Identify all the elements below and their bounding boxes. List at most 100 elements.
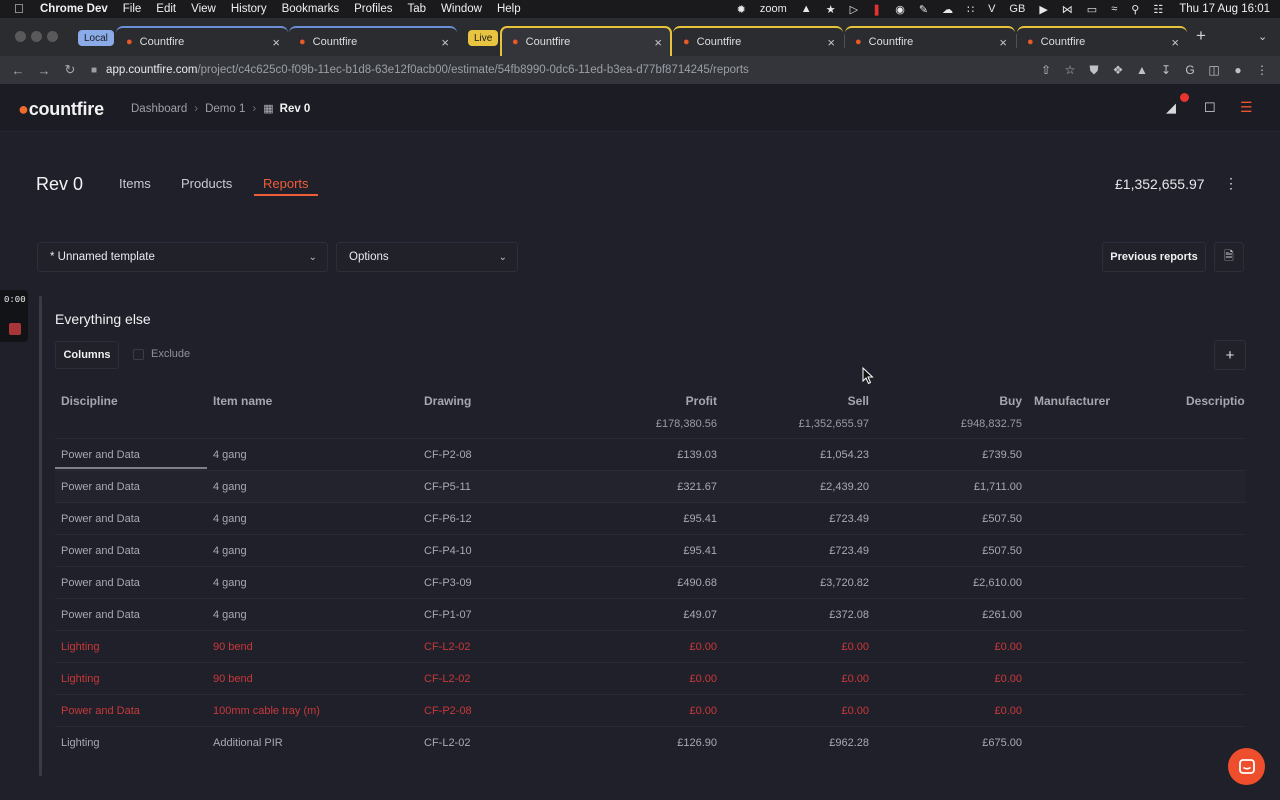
minimize-window-icon[interactable] bbox=[31, 31, 42, 42]
header-item-name[interactable]: Item name bbox=[213, 394, 272, 408]
profile-icon[interactable]: ● bbox=[1228, 63, 1248, 77]
tab-group-local[interactable]: Local bbox=[78, 30, 114, 46]
bookmark-star-icon[interactable]: ☆ bbox=[1060, 63, 1080, 77]
new-tab-icon[interactable]: + bbox=[1196, 26, 1206, 46]
search-icon[interactable]: ⚲ bbox=[1131, 3, 1139, 16]
close-tab-icon[interactable]: × bbox=[441, 35, 449, 50]
shield-extension-icon[interactable]: ⛊ bbox=[1084, 63, 1104, 78]
header-manufacturer[interactable]: Manufacturer bbox=[1034, 394, 1110, 408]
cloud-icon[interactable]: ☁ bbox=[942, 3, 953, 16]
close-tab-icon[interactable]: × bbox=[827, 35, 835, 50]
share-icon[interactable]: ⇧ bbox=[1036, 63, 1056, 77]
columns-button[interactable]: Columns bbox=[55, 341, 119, 369]
close-tab-icon[interactable]: × bbox=[999, 35, 1007, 50]
menu-history[interactable]: History bbox=[231, 3, 267, 15]
table-row[interactable]: Power and Data 4 gang CF-P1-07 £49.07 £372.0… bbox=[55, 598, 1245, 630]
browser-tab[interactable]: ● Countfire × bbox=[1017, 26, 1187, 56]
table-row[interactable]: Power and Data 4 gang CF-P4-10 £95.41 £723.4… bbox=[55, 534, 1245, 566]
menu-window[interactable]: Window bbox=[441, 3, 482, 15]
close-tab-icon[interactable]: × bbox=[654, 35, 662, 50]
countfire-logo[interactable]: ●countfire bbox=[18, 99, 104, 120]
feedback-icon[interactable]: ☐ bbox=[1204, 100, 1216, 116]
keyboard-layout[interactable]: GB bbox=[1009, 3, 1025, 15]
header-buy[interactable]: Buy bbox=[900, 394, 1022, 408]
puzzle-extension-icon[interactable]: ❖ bbox=[1108, 63, 1128, 77]
browser-menu-icon[interactable]: ⋮ bbox=[1252, 63, 1272, 77]
control-center-icon[interactable]: ☷ bbox=[1153, 3, 1163, 16]
more-options-icon[interactable]: ⋮ bbox=[1224, 175, 1238, 192]
menu-help[interactable]: Help bbox=[497, 3, 521, 15]
chevron-down-icon[interactable]: ⌄ bbox=[1258, 30, 1267, 43]
one-password-icon[interactable]: ◉ bbox=[895, 3, 905, 16]
close-window-icon[interactable] bbox=[15, 31, 26, 42]
label-icon[interactable]: ▲ bbox=[801, 3, 812, 15]
wifi-icon[interactable]: ≈ bbox=[1111, 3, 1117, 15]
reload-icon[interactable]: ↻ bbox=[62, 62, 78, 78]
table-row[interactable]: Power and Data 4 gang CF-P3-09 £490.68 £3,72… bbox=[55, 566, 1245, 598]
apple-icon[interactable]:  bbox=[14, 2, 28, 16]
export-document-button[interactable]: 🗎 bbox=[1214, 242, 1244, 272]
browser-tab[interactable]: ● Countfire × bbox=[289, 26, 457, 56]
tab-items[interactable]: Items bbox=[119, 176, 151, 191]
table-row[interactable]: Power and Data 4 gang CF-P2-08 £139.03 £1,05… bbox=[55, 438, 1245, 470]
template-select[interactable]: * Unnamed template ⌄ bbox=[37, 242, 328, 272]
header-sell[interactable]: Sell bbox=[747, 394, 869, 408]
exclude-toggle[interactable]: Exclude bbox=[133, 348, 190, 360]
forward-icon[interactable]: → bbox=[36, 63, 52, 78]
breadcrumb-dashboard[interactable]: Dashboard bbox=[131, 103, 187, 115]
tab-group-live[interactable]: Live bbox=[468, 30, 499, 46]
grid-icon[interactable]: ∷ bbox=[967, 3, 974, 16]
header-discipline[interactable]: Discipline bbox=[61, 394, 118, 408]
browser-tab[interactable]: ● Countfire × bbox=[673, 26, 843, 56]
previous-reports-button[interactable]: Previous reports bbox=[1102, 242, 1206, 272]
pen-icon[interactable]: ✎ bbox=[919, 3, 928, 16]
fox-icon[interactable]: ★ bbox=[826, 3, 836, 16]
menubar-clock[interactable]: Thu 17 Aug 16:01 bbox=[1179, 3, 1270, 15]
menu-app-name[interactable]: Chrome Dev bbox=[40, 3, 108, 15]
header-profit[interactable]: Profit bbox=[595, 394, 717, 408]
v-icon[interactable]: V bbox=[988, 3, 995, 15]
lock-icon[interactable]: ■ bbox=[91, 65, 97, 76]
menu-profiles[interactable]: Profiles bbox=[354, 3, 392, 15]
hamburger-menu-icon[interactable]: ☰ bbox=[1240, 99, 1253, 116]
zoom-window-icon[interactable] bbox=[47, 31, 58, 42]
record-icon[interactable]: ❚ bbox=[872, 3, 881, 16]
options-select[interactable]: Options ⌄ bbox=[336, 242, 518, 272]
header-drawing[interactable]: Drawing bbox=[424, 394, 471, 408]
play-icon[interactable]: ▷ bbox=[850, 3, 858, 16]
menu-file[interactable]: File bbox=[123, 3, 142, 15]
breadcrumb-demo[interactable]: Demo 1 bbox=[205, 103, 245, 115]
grammarly-icon[interactable]: G bbox=[1180, 63, 1200, 77]
add-section-button[interactable]: + bbox=[1214, 340, 1246, 370]
side-panel-icon[interactable]: ◫ bbox=[1204, 63, 1224, 77]
megaphone-icon[interactable]: ◢ bbox=[1166, 100, 1176, 116]
close-tab-icon[interactable]: × bbox=[1171, 35, 1179, 50]
table-row[interactable]: Lighting 90 bend CF-L2-02 £0.00 £0.00 £0.00 bbox=[55, 662, 1245, 694]
gear-icon[interactable]: ✹ bbox=[737, 3, 746, 16]
menu-bookmarks[interactable]: Bookmarks bbox=[282, 3, 340, 15]
table-row[interactable]: Lighting 90 bend CF-L2-02 £0.00 £0.00 £0.00 bbox=[55, 630, 1245, 662]
battery-icon[interactable]: ▭ bbox=[1087, 3, 1097, 16]
table-row[interactable]: Power and Data 4 gang CF-P5-11 £321.67 £2,43… bbox=[55, 470, 1245, 502]
address-bar[interactable]: ■ app.countfire.com/project/c4c625c0-f09… bbox=[82, 59, 1082, 81]
menu-edit[interactable]: Edit bbox=[156, 3, 176, 15]
menu-view[interactable]: View bbox=[191, 3, 216, 15]
table-row[interactable]: Lighting Additional PIR CF-L2-02 £126.90 £96… bbox=[55, 726, 1245, 758]
browser-tab[interactable]: ● Countfire × bbox=[116, 26, 288, 56]
header-description[interactable]: Descriptio bbox=[1186, 394, 1245, 408]
browser-tab[interactable]: ● Countfire × bbox=[845, 26, 1015, 56]
bluetooth-icon[interactable]: ⋈ bbox=[1062, 3, 1073, 16]
play-circle-icon[interactable]: ▶ bbox=[1039, 3, 1047, 16]
zoom-status[interactable]: zoom bbox=[760, 3, 787, 15]
close-tab-icon[interactable]: × bbox=[272, 35, 280, 50]
support-chat-button[interactable] bbox=[1228, 748, 1265, 785]
stop-recording-icon[interactable] bbox=[9, 323, 21, 335]
back-icon[interactable]: ← bbox=[10, 63, 26, 78]
tab-reports[interactable]: Reports bbox=[263, 176, 309, 191]
menu-tab[interactable]: Tab bbox=[408, 3, 427, 15]
tab-products[interactable]: Products bbox=[181, 176, 232, 191]
table-row[interactable]: Power and Data 4 gang CF-P6-12 £95.41 £723.4… bbox=[55, 502, 1245, 534]
flask-extension-icon[interactable]: ▲ bbox=[1132, 63, 1152, 77]
download-icon[interactable]: ↧ bbox=[1156, 63, 1176, 77]
exclude-checkbox[interactable] bbox=[133, 348, 144, 360]
